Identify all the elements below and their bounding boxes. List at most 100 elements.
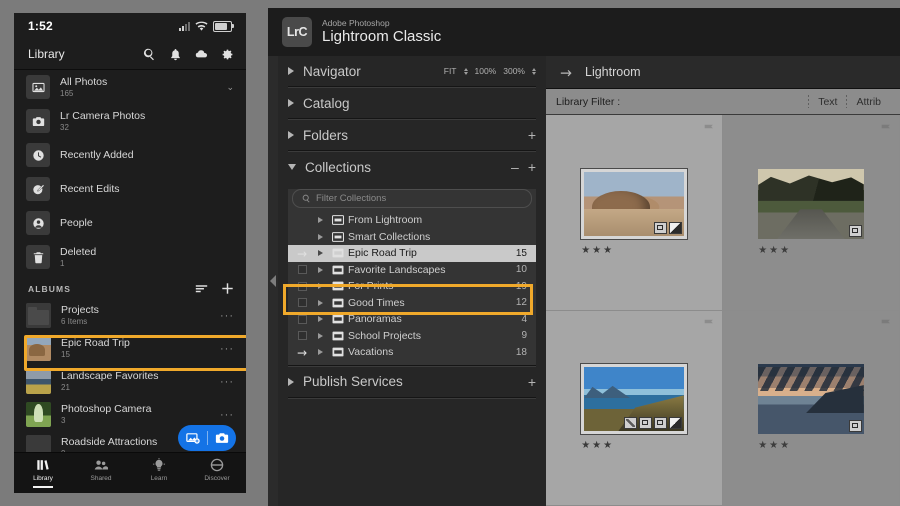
tab-learn[interactable]: Learn (130, 458, 188, 488)
tab-discover[interactable]: Discover (188, 458, 246, 488)
catalog-header[interactable]: Catalog (288, 88, 536, 118)
collection-row-smart-collections[interactable]: Smart Collections (288, 229, 536, 246)
disclosure-triangle-icon[interactable] (288, 377, 294, 386)
disclosure-triangle-icon[interactable] (288, 131, 294, 139)
flag-icon[interactable] (881, 315, 892, 324)
nav-item-all-photos[interactable]: All Photos 165 ⌄ (14, 70, 246, 104)
photo-thumbnail[interactable] (580, 363, 688, 436)
add-photos-icon[interactable] (185, 431, 200, 445)
collection-row-vacations[interactable]: Vacations 18 (288, 344, 536, 361)
flag-icon[interactable] (704, 119, 715, 129)
chevron-down-icon[interactable]: ⌄ (226, 82, 234, 93)
sync-arrow-icon[interactable] (560, 67, 573, 78)
album-row[interactable]: Projects 6 Items ··· (14, 299, 246, 332)
grid-cell[interactable]: ★★★ (723, 115, 900, 311)
disclosure-triangle-icon[interactable] (312, 332, 328, 339)
crop-badge-icon[interactable] (848, 420, 862, 433)
album-more-icon[interactable]: ··· (220, 376, 234, 388)
sync-status-box[interactable] (292, 265, 312, 275)
disclosure-triangle-icon[interactable] (312, 283, 328, 290)
filter-tab-attribute[interactable]: Attrib (847, 96, 890, 108)
bell-icon[interactable] (169, 48, 182, 61)
folders-header[interactable]: Folders + (288, 120, 536, 150)
album-more-icon[interactable]: ··· (220, 409, 234, 421)
crop-badge-icon[interactable] (653, 417, 667, 430)
zoom-100[interactable]: 100% (475, 66, 497, 76)
star-rating[interactable]: ★★★ (758, 440, 791, 451)
plus-icon[interactable] (221, 282, 234, 295)
collection-row-for-prints[interactable]: For Prints 19 (288, 278, 536, 295)
sync-status-synced[interactable] (292, 348, 312, 357)
album-row[interactable]: Landscape Favorites 21 ··· (14, 365, 246, 398)
photo-thumbnail[interactable] (758, 168, 864, 239)
gear-icon[interactable] (221, 48, 234, 61)
tab-library[interactable]: Library (14, 458, 72, 488)
nav-item-deleted[interactable]: Deleted 1 (14, 240, 246, 274)
star-rating[interactable]: ★★★ (758, 245, 791, 256)
collection-row-favorite-landscapes[interactable]: Favorite Landscapes 10 (288, 262, 536, 279)
nav-item-lr-camera-photos[interactable]: Lr Camera Photos 32 (14, 104, 246, 138)
add-collection-button[interactable]: + (528, 160, 536, 174)
album-more-icon[interactable]: ··· (220, 343, 234, 355)
crop-badge-icon[interactable] (848, 224, 862, 237)
sort-icon[interactable] (195, 282, 208, 295)
tab-shared[interactable]: Shared (72, 458, 130, 488)
sync-status-box[interactable] (292, 314, 312, 324)
grid-cell[interactable]: ★★★ (546, 310, 723, 506)
zoom-fit[interactable]: FIT (444, 66, 457, 76)
collection-row-panoramas[interactable]: Panoramas 4 (288, 311, 536, 328)
disclosure-triangle-icon[interactable] (288, 164, 296, 170)
star-rating[interactable]: ★★★ (581, 245, 614, 256)
disclosure-triangle-icon[interactable] (312, 217, 328, 224)
left-panel-collapse-handle[interactable] (268, 56, 278, 506)
add-folder-button[interactable]: + (528, 128, 536, 142)
star-rating[interactable]: ★★★ (581, 440, 614, 451)
sync-status-box[interactable] (292, 298, 312, 308)
zoom-300-stepper-icon[interactable] (532, 67, 536, 75)
grid-cell[interactable]: ★★★ (723, 310, 900, 506)
collection-row-school-projects[interactable]: School Projects 9 (288, 328, 536, 345)
disclosure-triangle-icon[interactable] (288, 67, 294, 75)
zoom-fit-stepper-icon[interactable] (463, 67, 468, 75)
zoom-300[interactable]: 300% (503, 66, 525, 76)
nav-item-recent-edits[interactable]: Recent Edits (14, 172, 246, 206)
camera-icon[interactable] (215, 431, 229, 445)
nav-item-people[interactable]: People (14, 206, 246, 240)
flag-icon[interactable] (881, 119, 892, 129)
sync-status-box[interactable] (292, 331, 312, 341)
album-more-icon[interactable]: ··· (220, 310, 234, 322)
disclosure-triangle-icon[interactable] (312, 299, 328, 306)
grid-cell[interactable]: ★★★ (546, 115, 723, 311)
photo-thumbnail[interactable] (580, 167, 688, 240)
sync-status-box[interactable] (292, 281, 312, 291)
crop-badge-icon[interactable] (653, 221, 667, 234)
cloud-icon[interactable] (195, 48, 208, 61)
collection-row-from-lightroom[interactable]: From Lightroom (288, 212, 536, 229)
disclosure-triangle-icon[interactable] (312, 316, 328, 323)
adjustment-badge-icon[interactable] (668, 221, 682, 234)
album-row[interactable]: Epic Road Trip 15 ··· (14, 332, 246, 365)
search-icon[interactable] (143, 48, 156, 61)
floating-action-buttons[interactable] (178, 425, 236, 451)
disclosure-triangle-icon[interactable] (312, 250, 328, 257)
remove-collection-button[interactable]: – (511, 160, 519, 174)
photo-thumbnail[interactable] (758, 364, 864, 435)
sync-status-synced[interactable] (292, 249, 312, 258)
filter-collections-input[interactable]: Filter Collections (292, 189, 532, 208)
disclosure-triangle-icon[interactable] (312, 266, 328, 273)
flag-icon[interactable] (704, 315, 715, 324)
disclosure-triangle-icon[interactable] (288, 99, 294, 107)
nav-item-recently-added[interactable]: Recently Added (14, 138, 246, 172)
collection-row-good-times[interactable]: Good Times 12 (288, 295, 536, 312)
adjustment-badge-icon[interactable] (668, 417, 682, 430)
add-publish-service-button[interactable]: + (528, 375, 536, 389)
navigator-header[interactable]: Navigator FIT 100% 300% (288, 56, 536, 86)
collections-header[interactable]: Collections – + (288, 152, 536, 182)
virtual-copy-badge-icon[interactable] (623, 417, 637, 430)
collection-row-epic-road-trip[interactable]: Epic Road Trip 15 (288, 245, 536, 262)
publish-services-header[interactable]: Publish Services + (288, 367, 536, 397)
disclosure-triangle-icon[interactable] (312, 349, 328, 356)
disclosure-triangle-icon[interactable] (312, 233, 328, 240)
crop-badge-icon[interactable] (638, 417, 652, 430)
filter-tab-text[interactable]: Text (809, 96, 846, 108)
